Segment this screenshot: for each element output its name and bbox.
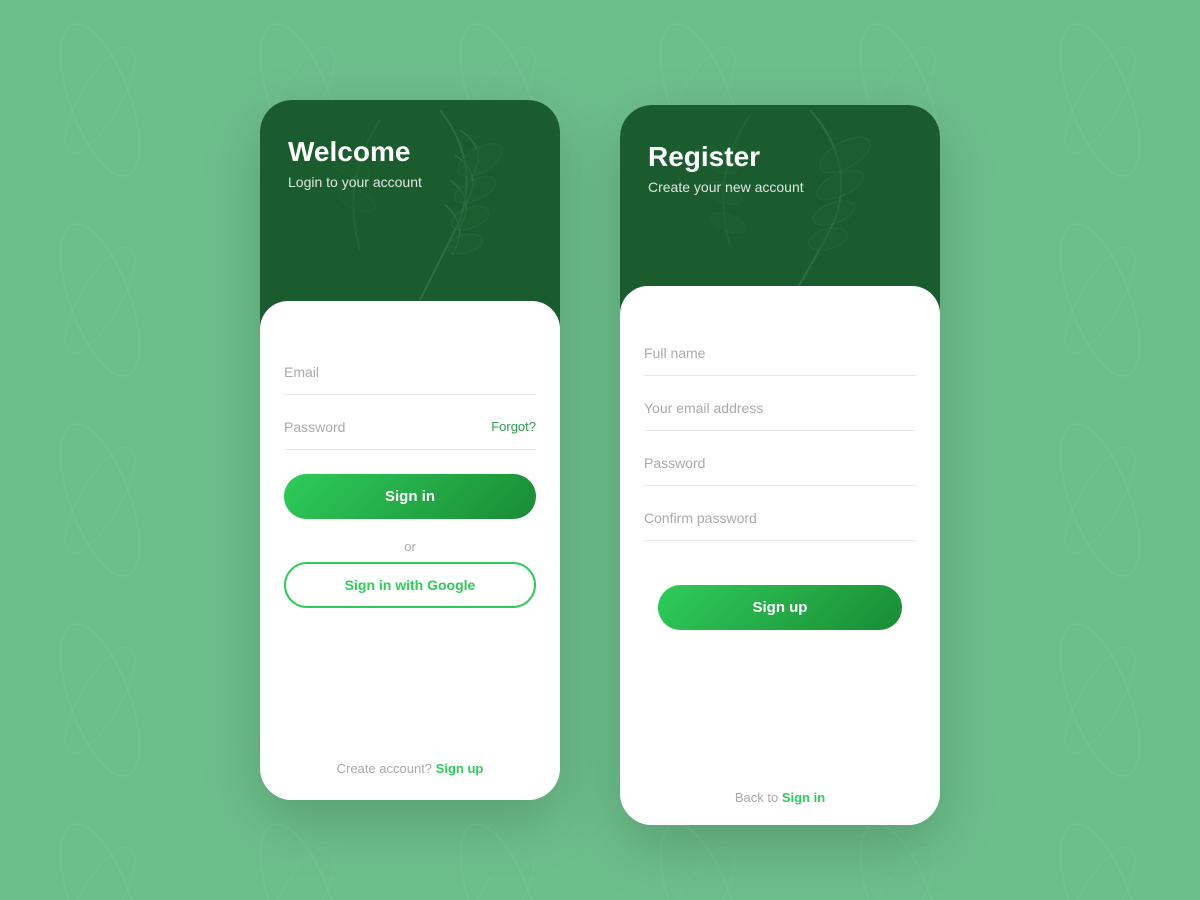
register-header-content: Register Create your new account	[620, 105, 940, 219]
fullname-field-wrap	[644, 337, 916, 376]
register-header-curve	[620, 286, 940, 325]
register-header: Register Create your new account	[620, 105, 940, 325]
reg-password-input[interactable]	[644, 447, 916, 475]
login-body: Forgot? Sign in or Sign in with Google C…	[260, 340, 560, 800]
register-body: Sign up Back to Sign in	[620, 325, 940, 825]
create-account-text: Create account?	[337, 761, 432, 776]
signup-btn-wrap: Sign up	[644, 585, 916, 630]
back-signin-link[interactable]: Sign in	[782, 790, 825, 805]
fullname-input[interactable]	[644, 337, 916, 365]
back-to-signin-wrap: Back to Sign in	[644, 774, 916, 805]
reg-email-input[interactable]	[644, 392, 916, 420]
email-input[interactable]	[284, 356, 536, 384]
confirm-password-input[interactable]	[644, 502, 916, 530]
register-fields	[644, 337, 916, 557]
confirm-password-field-wrap	[644, 502, 916, 541]
login-title: Welcome	[288, 136, 532, 168]
login-card: Welcome Login to your account Forgot? Si…	[260, 100, 560, 800]
reg-password-field-wrap	[644, 447, 916, 486]
register-title: Register	[648, 141, 912, 173]
signin-button[interactable]: Sign in	[284, 474, 536, 519]
google-signin-button[interactable]: Sign in with Google	[284, 562, 536, 608]
back-text: Back to	[735, 790, 778, 805]
register-card: Register Create your new account Sign up…	[620, 105, 940, 825]
login-header-content: Welcome Login to your account	[260, 100, 560, 214]
signup-link[interactable]: Sign up	[436, 761, 484, 776]
reg-email-field-wrap	[644, 392, 916, 431]
signup-button[interactable]: Sign up	[658, 585, 903, 630]
forgot-link[interactable]: Forgot?	[491, 419, 536, 434]
create-account-link-wrap: Create account? Sign up	[284, 745, 536, 776]
login-fields: Forgot?	[284, 356, 536, 454]
login-header-curve	[260, 301, 560, 340]
login-subtitle: Login to your account	[288, 174, 532, 190]
or-divider: or	[284, 539, 536, 554]
password-field-wrap: Forgot?	[284, 411, 536, 450]
register-subtitle: Create your new account	[648, 179, 912, 195]
login-header: Welcome Login to your account	[260, 100, 560, 340]
email-field-wrap	[284, 356, 536, 395]
